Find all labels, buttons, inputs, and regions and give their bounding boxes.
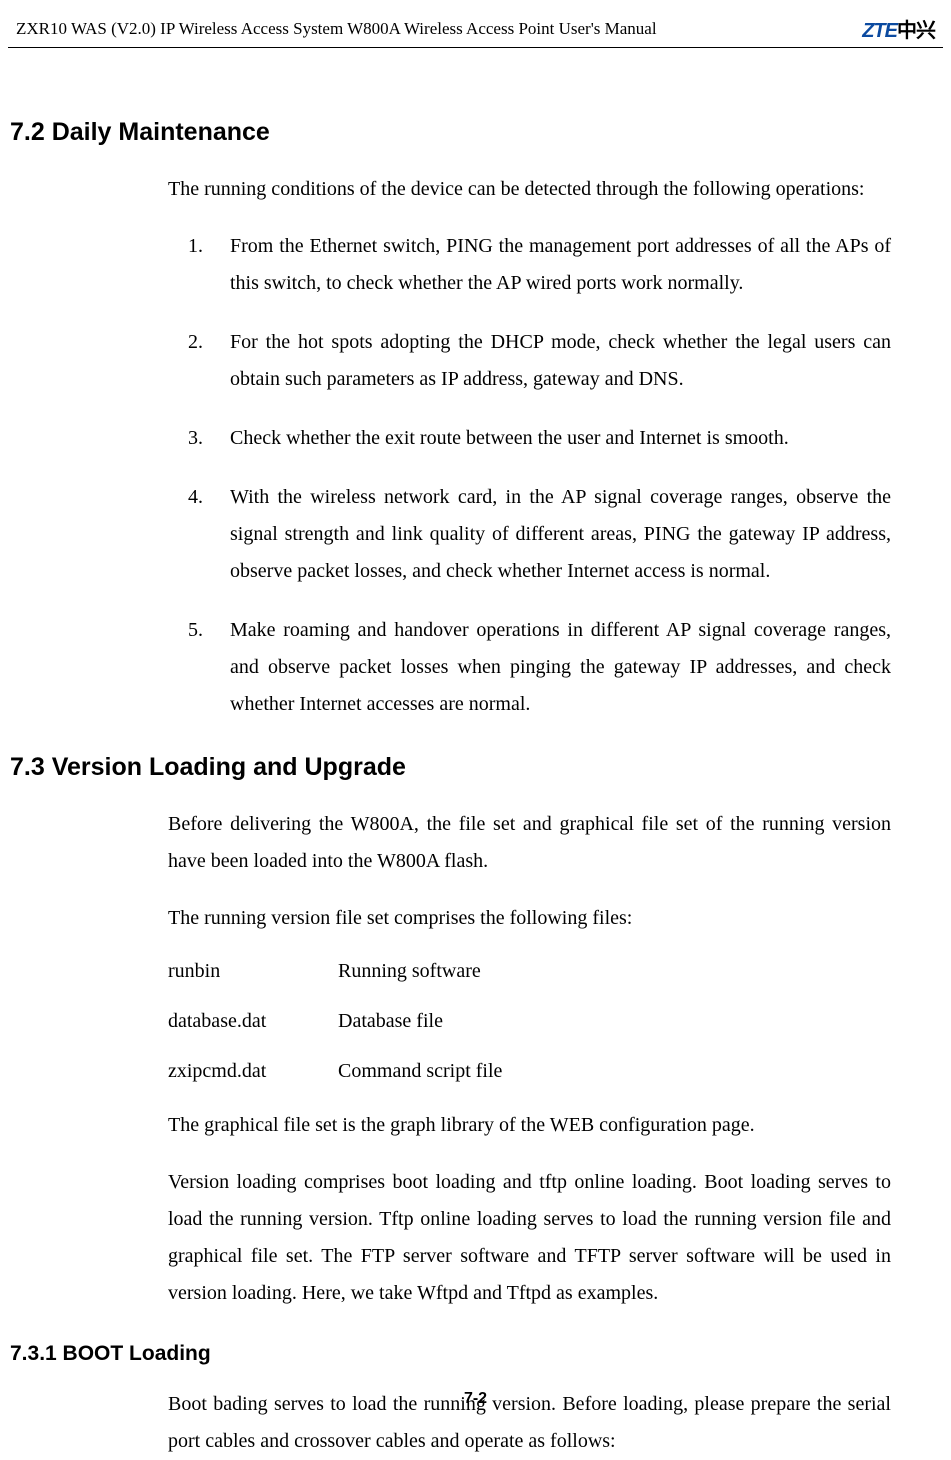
document-header: ZXR10 WAS (V2.0) IP Wireless Access Syst… [8,0,943,48]
page-number: 7-2 [464,1390,487,1407]
file-desc: Running software [338,957,891,985]
file-row: runbin Running software [168,957,891,985]
section-7-3-para2: The running version file set comprises t… [168,900,891,937]
list-item: With the wireless network card, in the A… [188,479,891,590]
section-heading-7-3: 7.3 Version Loading and Upgrade [10,753,891,782]
section-7-3-para1: Before delivering the W800A, the file se… [168,806,891,880]
document-title: ZXR10 WAS (V2.0) IP Wireless Access Syst… [16,19,657,39]
file-name: runbin [168,957,338,985]
file-desc: Command script file [338,1057,891,1085]
file-row: zxipcmd.dat Command script file [168,1057,891,1085]
zte-logo: ZTE中兴 [862,14,935,43]
file-table: runbin Running software database.dat Dat… [168,957,891,1085]
file-desc: Database file [338,1007,891,1035]
section-7-2-list: From the Ethernet switch, PING the manag… [188,228,891,723]
page-content: 7.2 Daily Maintenance The running condit… [0,48,951,1460]
list-item: Make roaming and handover operations in … [188,612,891,723]
file-row: database.dat Database file [168,1007,891,1035]
file-name: zxipcmd.dat [168,1057,338,1085]
logo-text-zte: ZTE [862,20,897,42]
section-7-3-para3: The graphical file set is the graph libr… [168,1107,891,1144]
list-item: Check whether the exit route between the… [188,420,891,457]
section-heading-7-3-1: 7.3.1 BOOT Loading [10,1342,891,1366]
logo-text-cn: 中兴 [897,20,935,42]
section-7-3-para4: Version loading comprises boot loading a… [168,1164,891,1312]
section-heading-7-2: 7.2 Daily Maintenance [10,118,891,147]
list-item: From the Ethernet switch, PING the manag… [188,228,891,302]
list-item: For the hot spots adopting the DHCP mode… [188,324,891,398]
file-name: database.dat [168,1007,338,1035]
section-7-2-intro: The running conditions of the device can… [168,171,891,208]
page-footer: 7-2 [0,1390,951,1408]
